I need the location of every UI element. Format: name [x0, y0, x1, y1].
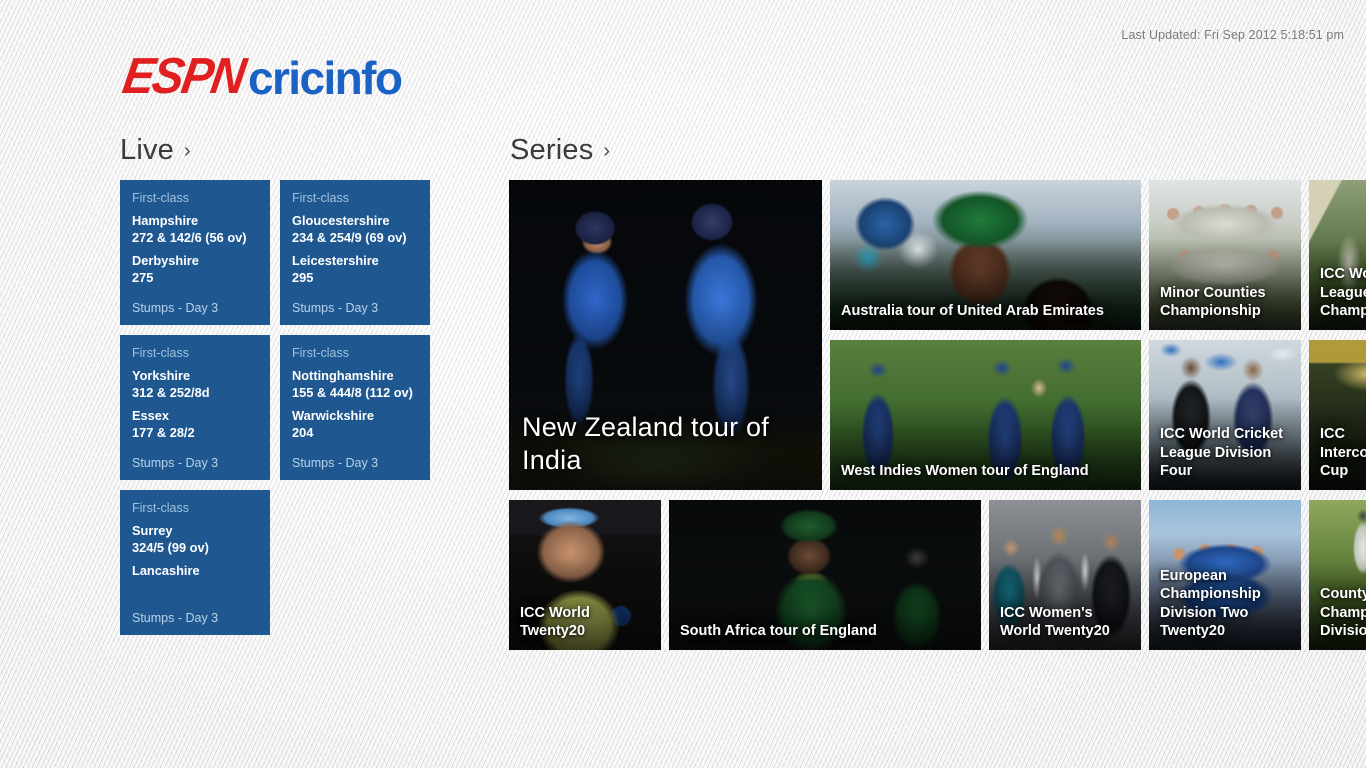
series-tile-minor-counties-championship[interactable]: Minor Counties Championship	[1149, 180, 1301, 330]
series-tiles-grid: New Zealand tour of India Australia tour…	[509, 180, 1366, 650]
espncricinfo-logo[interactable]: ESPN cricinfo	[119, 47, 403, 106]
series-tile-caption: Minor Counties Championship	[1160, 284, 1266, 320]
series-tile-county-championship-division-one[interactable]: County Championship Division One	[1309, 500, 1366, 650]
match-status: Stumps - Day 3	[132, 301, 219, 315]
series-tile-caption: ICC Women's World Twenty20	[1000, 604, 1110, 640]
series-section-header[interactable]: Series ›	[510, 134, 610, 167]
live-matches-grid: First-class Hampshire 272 & 142/6 (56 ov…	[120, 180, 440, 645]
series-tile-icc-world-twenty20[interactable]: ICC World Twenty20	[509, 500, 661, 650]
chevron-right-icon: ›	[603, 140, 611, 162]
match-score-1: 312 & 252/8d	[132, 384, 210, 400]
series-tile-caption: ICC World Cricket League Division Four	[1160, 426, 1284, 480]
match-score-1: 272 & 142/6 (56 ov)	[132, 229, 247, 245]
series-tile-caption: European Championship Division Two Twent…	[1160, 567, 1261, 640]
match-status: Stumps - Day 3	[132, 611, 219, 625]
live-row: First-class Surrey 324/5 (99 ov) Lancash…	[120, 490, 440, 635]
series-tile-south-africa-tour-of-england[interactable]: South Africa tour of England	[669, 500, 981, 650]
match-team-1: Gloucestershire	[292, 213, 390, 228]
series-tile-icc-world-cricket-league-division-four[interactable]: ICC World Cricket League Division Four	[1149, 340, 1301, 490]
match-team-1: Nottinghamshire	[292, 368, 394, 383]
match-score-1: 234 & 254/9 (69 ov)	[292, 229, 407, 245]
series-tile-west-indies-women-tour-of-england[interactable]: West Indies Women tour of England	[830, 340, 1141, 490]
series-tile-new-zealand-tour-of-india[interactable]: New Zealand tour of India	[509, 180, 822, 490]
match-score-2: 177 & 28/2	[132, 424, 195, 440]
live-section-header[interactable]: Live ›	[120, 134, 191, 167]
live-match-tile[interactable]: First-class Hampshire 272 & 142/6 (56 ov…	[120, 180, 270, 325]
match-team-1: Yorkshire	[132, 368, 191, 383]
match-team-2: Warwickshire	[292, 407, 375, 423]
match-format: First-class	[132, 346, 189, 360]
match-team-2: Lancashire	[132, 562, 200, 578]
live-row: First-class Hampshire 272 & 142/6 (56 ov…	[120, 180, 440, 325]
match-status: Stumps - Day 3	[292, 456, 379, 470]
match-format: First-class	[292, 191, 349, 205]
cricinfo-wordmark: cricinfo	[248, 52, 403, 104]
series-tile-caption: ICC World Twenty20	[520, 604, 590, 640]
live-match-tile[interactable]: First-class Gloucestershire 234 & 254/9 …	[280, 180, 430, 325]
match-team-2: Essex	[132, 407, 170, 423]
match-score-2: 295	[292, 269, 314, 285]
match-format: First-class	[292, 346, 349, 360]
match-format: First-class	[132, 501, 189, 515]
series-tile-european-championship-division-two-twenty20[interactable]: European Championship Division Two Twent…	[1149, 500, 1301, 650]
match-team-2: Derbyshire	[132, 252, 199, 268]
series-tile-caption: ICC Intercontinental Cup	[1320, 426, 1366, 480]
match-score-1: 324/5 (99 ov)	[132, 539, 209, 555]
match-team-2: Leicestershire	[292, 252, 379, 268]
match-score-1: 155 & 444/8 (112 ov)	[292, 384, 413, 400]
match-team-1: Hampshire	[132, 213, 199, 228]
match-format: First-class	[132, 191, 189, 205]
series-tile-caption: ICC World Cricket League Championship	[1320, 266, 1366, 320]
series-tile-caption: New Zealand tour of India	[522, 412, 769, 475]
series-tile-icc-womens-world-twenty20[interactable]: ICC Women's World Twenty20	[989, 500, 1141, 650]
series-section-title: Series	[510, 134, 594, 166]
live-match-tile[interactable]: First-class Surrey 324/5 (99 ov) Lancash…	[120, 490, 270, 635]
match-score-2: 204	[292, 424, 314, 440]
series-tile-icc-world-cricket-league-championship[interactable]: ICC World Cricket League Championship	[1309, 180, 1366, 330]
live-section-title: Live	[120, 134, 174, 166]
series-tile-caption: West Indies Women tour of England	[841, 463, 1089, 480]
match-status: Stumps - Day 3	[132, 456, 219, 470]
series-tile-caption: South Africa tour of England	[680, 623, 877, 640]
last-updated-label: Last Updated: Fri Sep 2012 5:18:51 pm	[1121, 28, 1344, 42]
match-team-1: Surrey	[132, 523, 173, 538]
chevron-right-icon: ›	[184, 140, 191, 162]
match-status: Stumps - Day 3	[292, 301, 379, 315]
series-tile-icc-intercontinental-cup[interactable]: ICC Intercontinental Cup	[1309, 340, 1366, 490]
series-tile-australia-tour-of-uae[interactable]: Australia tour of United Arab Emirates	[830, 180, 1141, 330]
series-tile-caption: Australia tour of United Arab Emirates	[841, 303, 1104, 320]
series-tile-caption: County Championship Division One	[1320, 586, 1366, 640]
live-row: First-class Yorkshire 312 & 252/8d Essex…	[120, 335, 440, 480]
live-match-tile[interactable]: First-class Nottinghamshire 155 & 444/8 …	[280, 335, 430, 480]
live-match-tile[interactable]: First-class Yorkshire 312 & 252/8d Essex…	[120, 335, 270, 480]
match-score-2: 275	[132, 269, 154, 285]
espn-wordmark: ESPN	[119, 46, 249, 104]
